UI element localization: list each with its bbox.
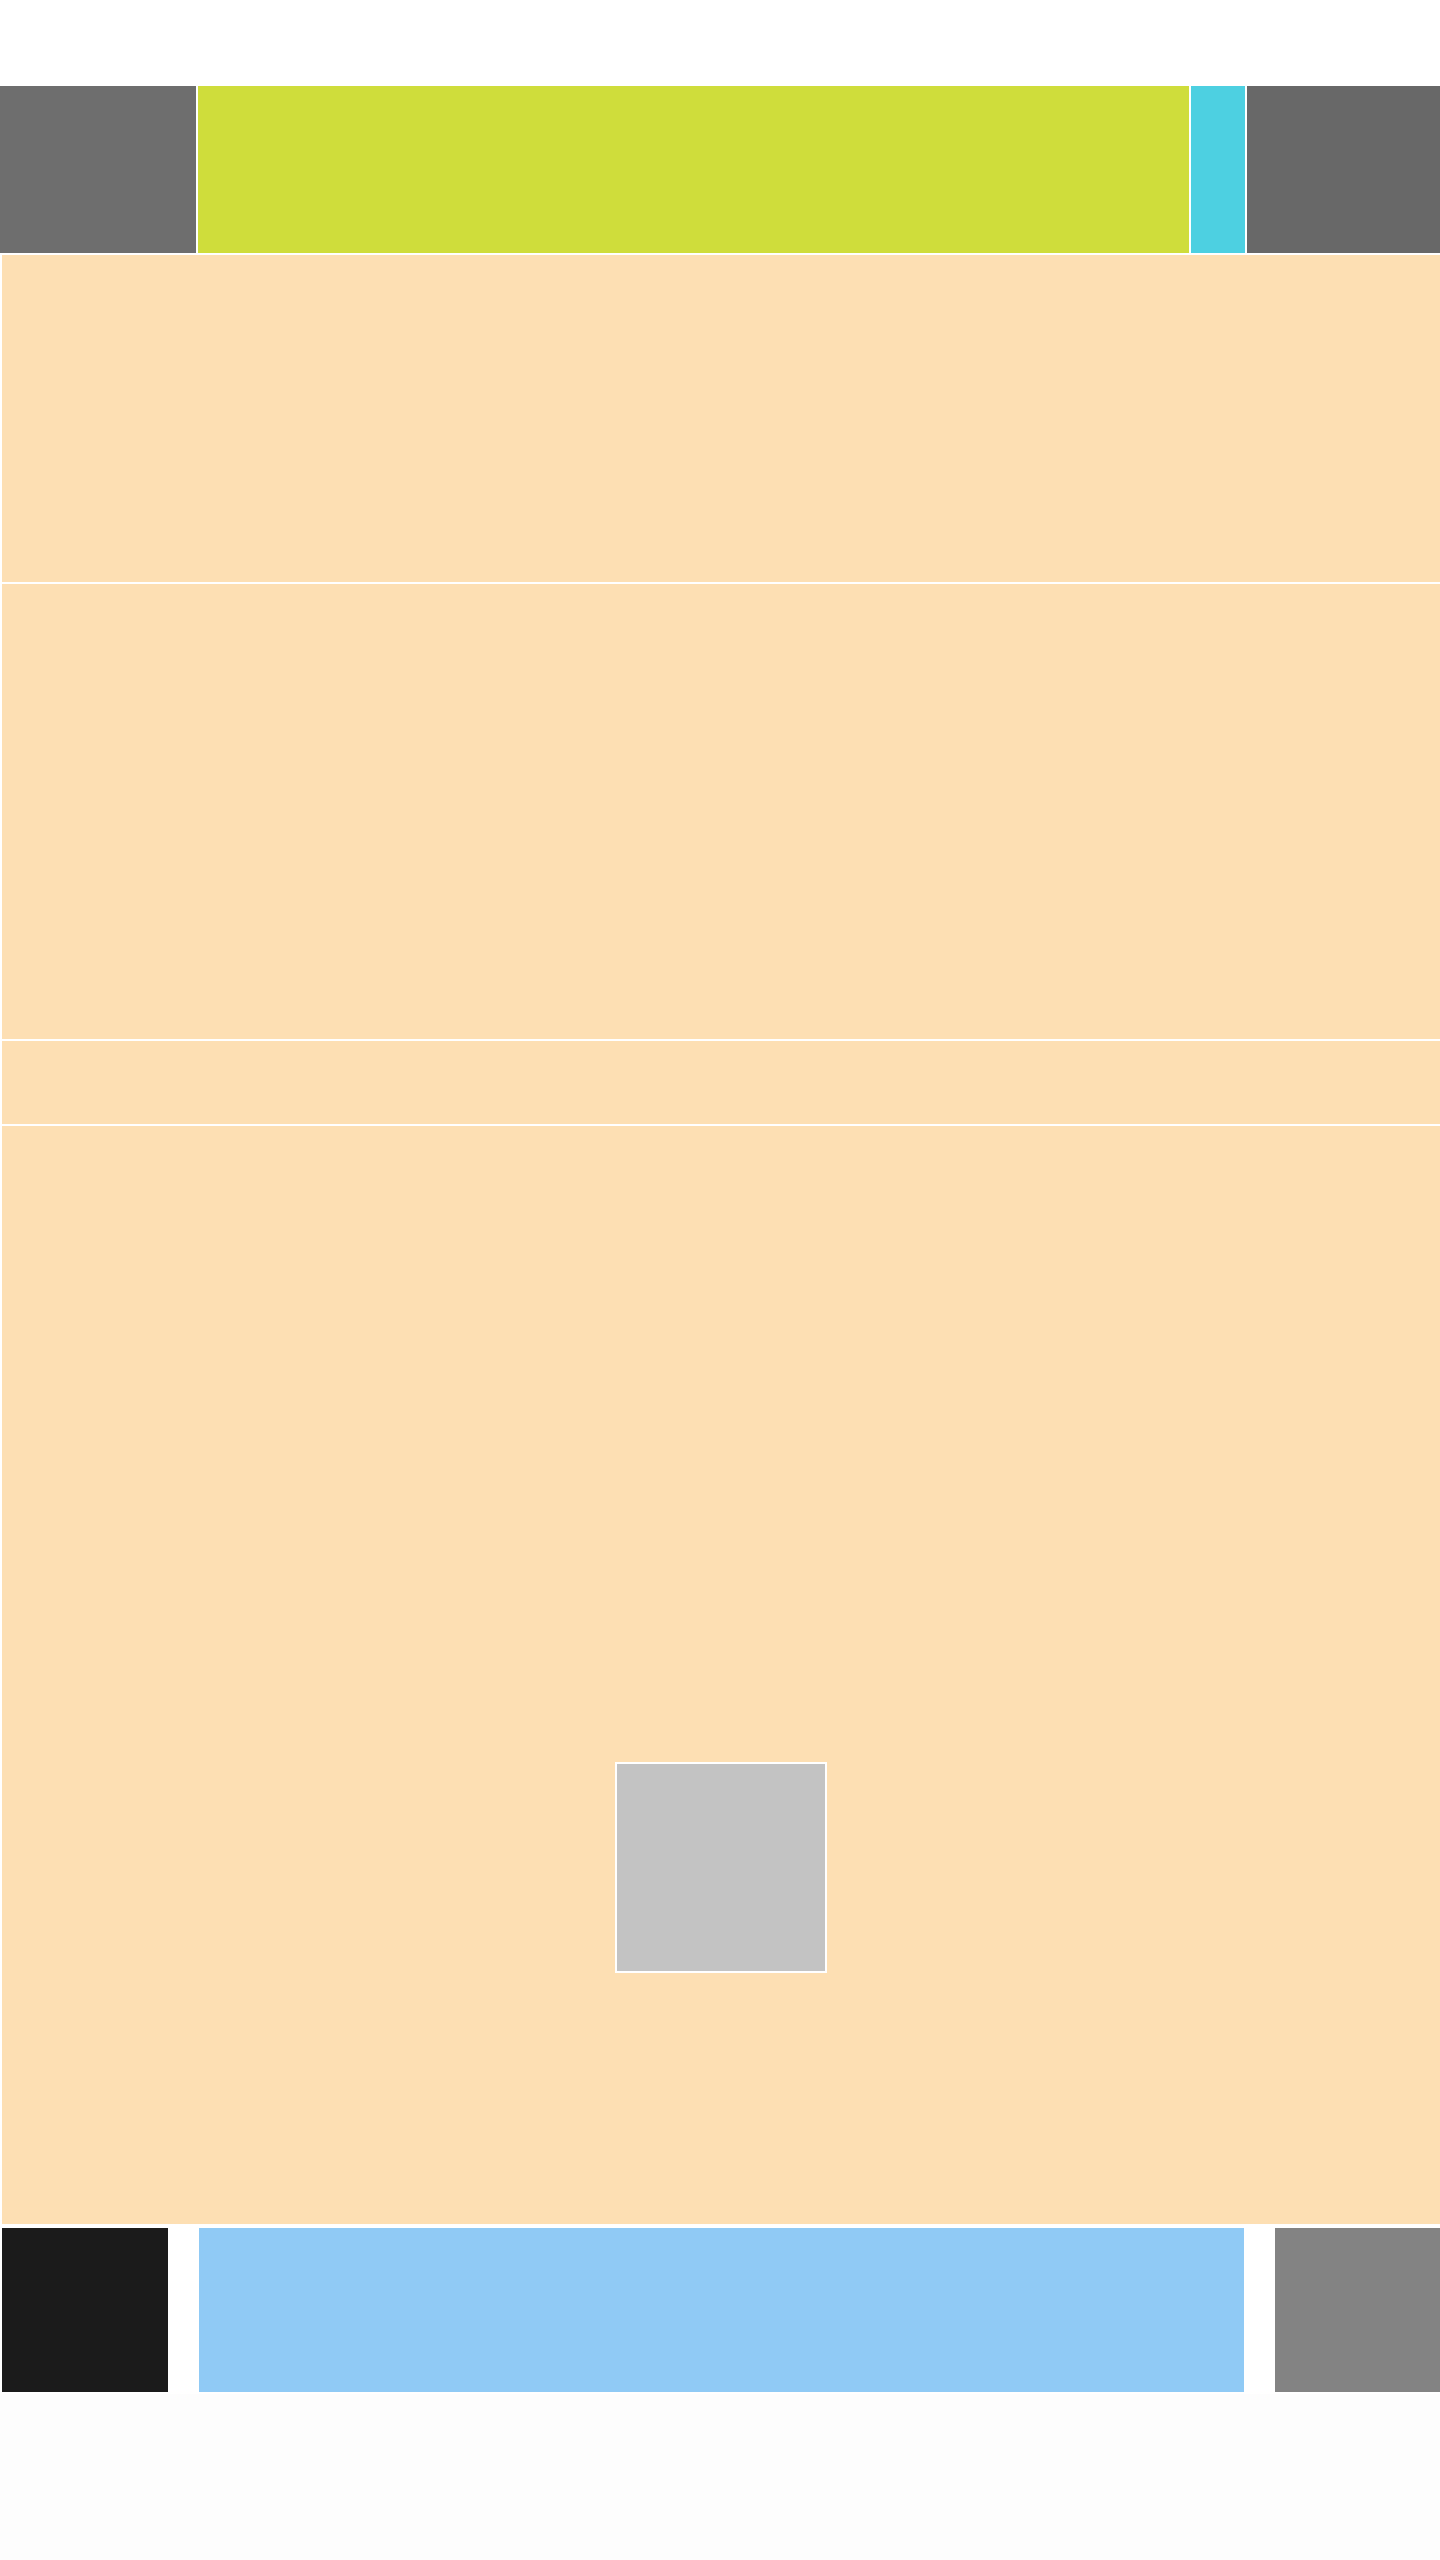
footer-right-block[interactable] [1275, 2228, 1440, 2392]
footer-center-block[interactable] [199, 2228, 1244, 2392]
header-right-block[interactable] [1247, 86, 1440, 253]
content-section-3 [2, 1041, 1440, 1124]
content-section-1 [2, 255, 1440, 582]
header-left-block[interactable] [0, 86, 196, 253]
header-center-block[interactable] [198, 86, 1189, 253]
footer-left-block[interactable] [2, 2228, 168, 2392]
content-section-2 [2, 584, 1440, 1039]
header-accent-block[interactable] [1191, 86, 1245, 253]
page-bottom-area [0, 2394, 1440, 2560]
content-section-4 [2, 1126, 1440, 2224]
image-placeholder [615, 1762, 827, 1973]
